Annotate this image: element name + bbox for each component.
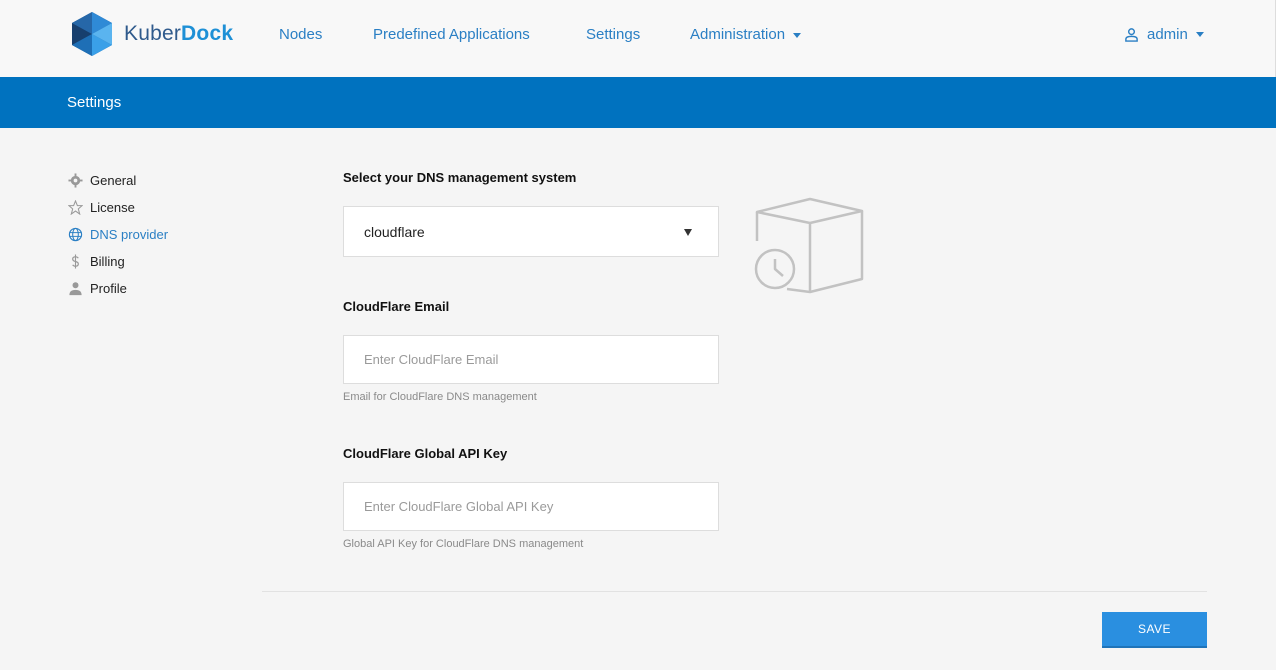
- dns-system-label: Select your DNS management system: [343, 170, 577, 185]
- chevron-down-icon: [793, 32, 802, 38]
- sidebar-item-label: Billing: [90, 253, 125, 269]
- sidebar-item-general[interactable]: General: [68, 171, 136, 189]
- sidebar-item-license[interactable]: License: [68, 198, 135, 216]
- chevron-down-icon: [1195, 32, 1204, 37]
- logo[interactable]: KuberDock: [67, 10, 233, 58]
- user-icon: [1125, 28, 1138, 42]
- user-icon: [69, 281, 82, 295]
- cloudflare-email-help: Email for CloudFlare DNS management: [343, 391, 537, 403]
- page-title: Settings: [67, 94, 122, 111]
- sidebar-item-profile[interactable]: Profile: [68, 279, 127, 297]
- nav-nodes[interactable]: Nodes: [279, 26, 322, 43]
- kuberdock-logo-icon: [72, 12, 112, 56]
- globe-icon: [68, 227, 83, 241]
- dollar-icon: [72, 253, 79, 269]
- sidebar-item-label: General: [90, 172, 137, 188]
- logo-text: KuberDock: [124, 22, 234, 45]
- cloudflare-api-key-label: CloudFlare Global API Key: [343, 446, 508, 461]
- user-name: admin: [1147, 26, 1188, 43]
- nav-administration[interactable]: Administration: [690, 26, 802, 43]
- star-icon: [68, 199, 83, 215]
- cloudflare-api-key-input[interactable]: [343, 482, 719, 531]
- divider: [262, 591, 1207, 592]
- sidebar-item-label: DNS provider: [90, 226, 169, 242]
- dns-system-value: cloudflare: [364, 224, 425, 240]
- save-button[interactable]: SAVE: [1102, 612, 1207, 648]
- sidebar-item-dns-provider[interactable]: DNS provider: [68, 225, 168, 243]
- cloudflare-api-key-help: Global API Key for CloudFlare DNS manage…: [343, 538, 584, 550]
- gear-icon: [68, 172, 83, 188]
- sidebar-item-billing[interactable]: Billing: [68, 252, 125, 270]
- cloudflare-email-label: CloudFlare Email: [343, 299, 450, 314]
- dns-system-select[interactable]: cloudflare: [343, 206, 719, 257]
- sidebar-item-label: Profile: [90, 280, 127, 296]
- dropdown-arrow-icon: [684, 229, 692, 236]
- box-history-icon: [754, 197, 864, 294]
- nav-administration-label: Administration: [690, 26, 786, 43]
- nav-settings[interactable]: Settings: [586, 26, 640, 43]
- top-navbar: KuberDock Nodes Predefined Applications …: [0, 0, 1276, 77]
- user-menu[interactable]: admin: [1124, 26, 1204, 43]
- sidebar-item-label: License: [90, 199, 135, 215]
- nav-predefined-applications[interactable]: Predefined Applications: [373, 26, 530, 43]
- cloudflare-email-input[interactable]: [343, 335, 719, 384]
- page-header: Settings: [0, 77, 1276, 128]
